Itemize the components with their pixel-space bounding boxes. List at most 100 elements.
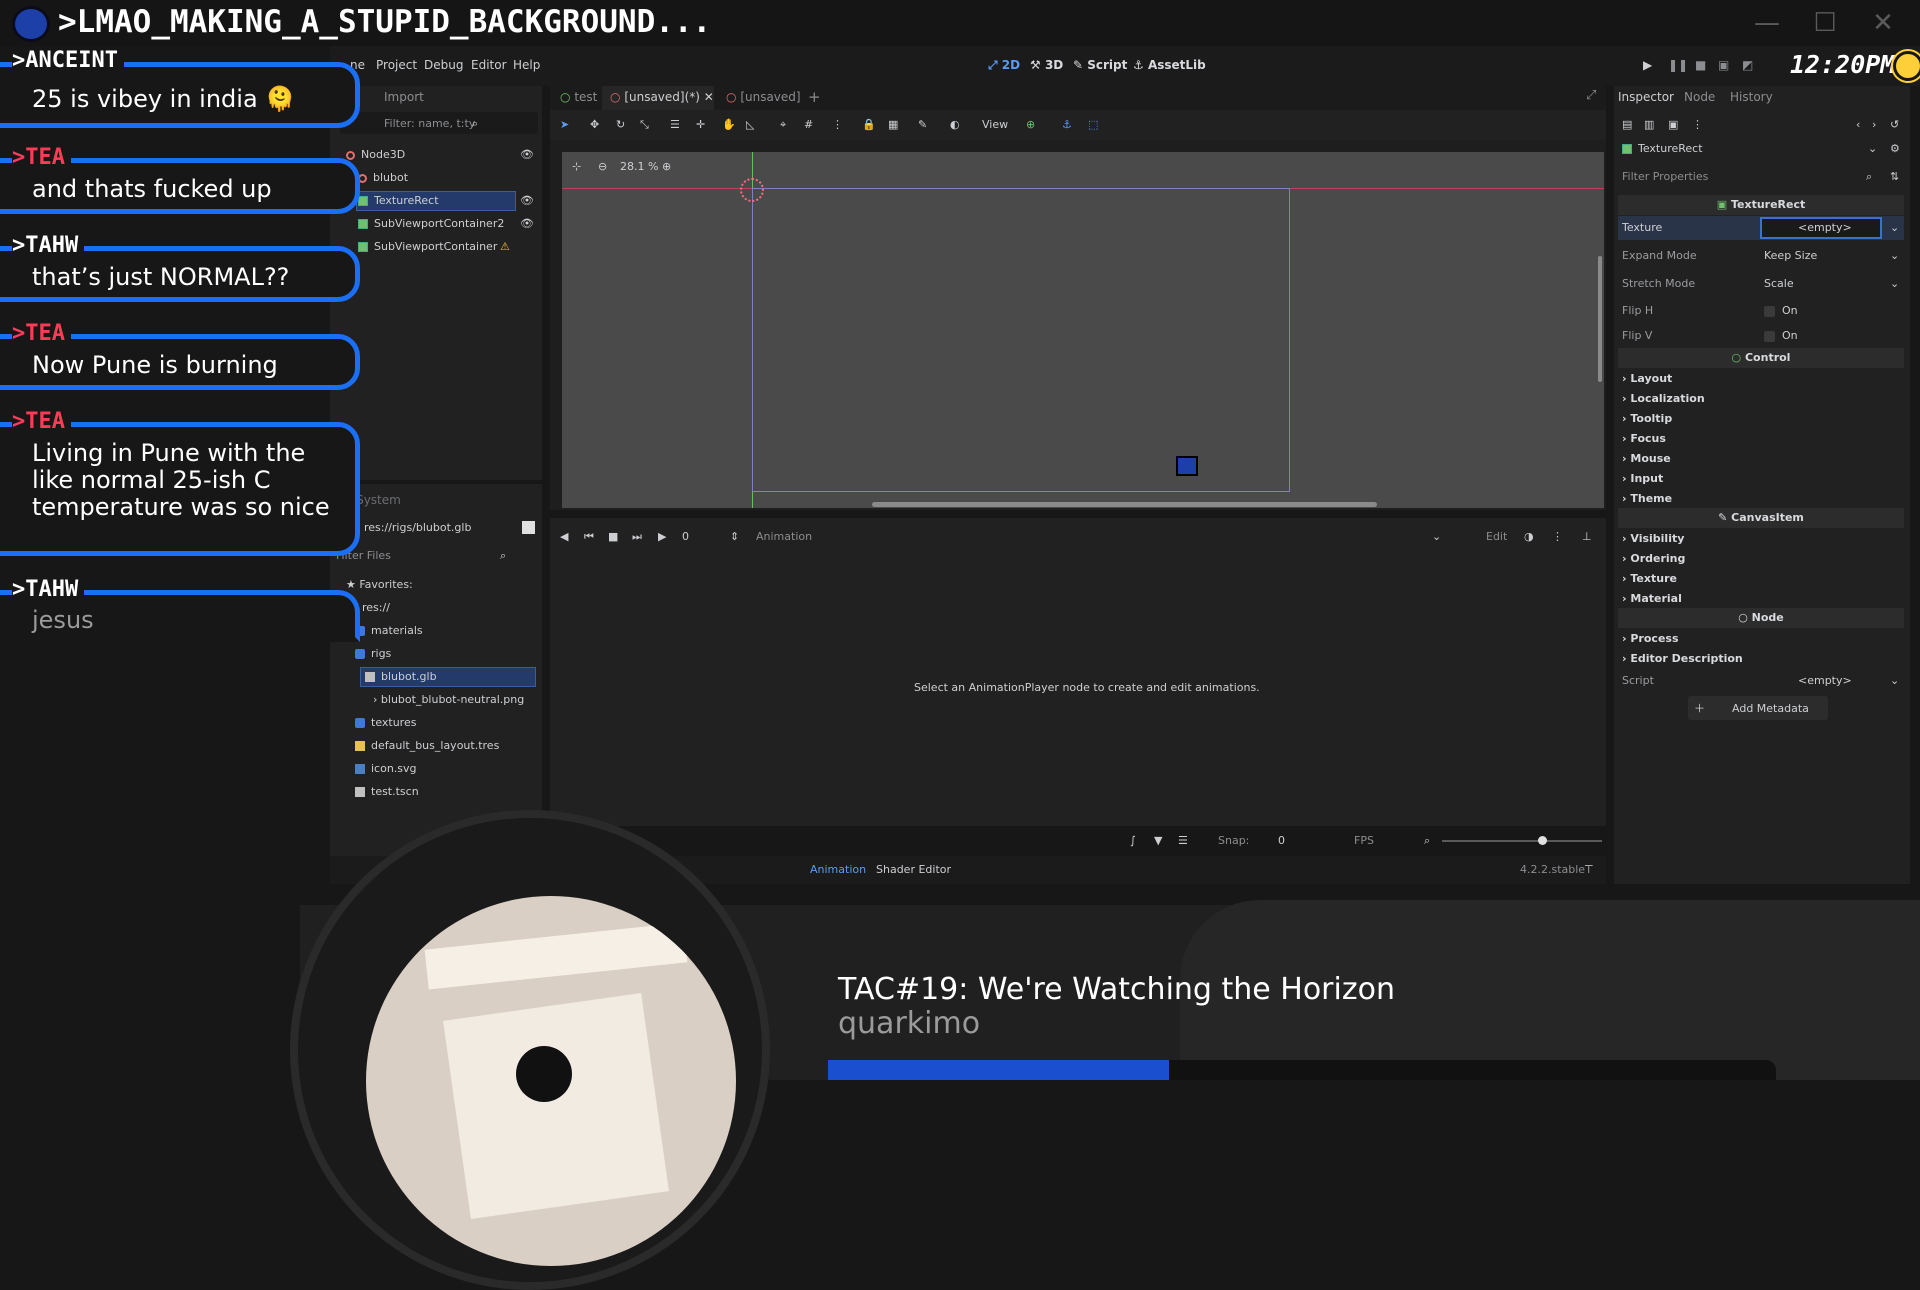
stop-animation-icon[interactable]: ■ <box>608 530 618 543</box>
grid-snap-icon[interactable]: # <box>804 118 813 131</box>
history-icon[interactable]: ↺ <box>1890 118 1899 131</box>
add-tab-icon[interactable]: + <box>808 88 821 106</box>
search-icon[interactable]: ⌕ <box>1866 170 1872 184</box>
tab-history[interactable]: History <box>1730 90 1773 104</box>
prop-script-value[interactable]: <empty> <box>1798 674 1852 687</box>
menu-debug[interactable]: Debug <box>424 58 463 72</box>
horizontal-scrollbar[interactable] <box>872 502 1377 507</box>
create-resource-icon[interactable]: ▤ <box>1622 118 1632 131</box>
list-select-icon[interactable]: ☰ <box>670 118 680 131</box>
timeline-zoom-slider[interactable] <box>1442 840 1602 842</box>
maximize-icon[interactable]: ☐ <box>1808 8 1842 38</box>
chevron-down-icon[interactable]: ⌄ <box>1868 142 1877 155</box>
frame-spinner-icon[interactable]: ⇕ <box>730 530 739 543</box>
workspace-assetlib-button[interactable]: ⚓ AssetLib <box>1133 58 1206 72</box>
chevron-down-icon[interactable]: ⌄ <box>1890 221 1899 234</box>
group-icon[interactable]: ▦ <box>888 118 898 131</box>
play-backwards-icon[interactable]: ◀ <box>560 530 568 543</box>
center-view-icon[interactable]: ⊹ <box>572 160 581 173</box>
tab-shader-editor[interactable]: Shader Editor <box>876 863 951 876</box>
more-options-icon[interactable]: ⋮ <box>1552 530 1563 543</box>
fs-item-blubot-png[interactable]: › blubot_blubot-neutral.png <box>373 693 524 706</box>
tab-animation[interactable]: Animation <box>810 863 866 876</box>
history-forward-icon[interactable]: › <box>1872 118 1876 131</box>
play-backwards-from-end-icon[interactable]: ⏮ <box>584 530 594 544</box>
bone-icon[interactable]: ✎ <box>918 118 927 131</box>
more-options-icon[interactable]: ⋮ <box>1692 118 1703 131</box>
play-from-start-icon[interactable]: ⏭ <box>632 530 642 544</box>
scale-tool-icon[interactable]: ⤡ <box>640 118 649 132</box>
distraction-free-icon[interactable]: ⤢ <box>1586 88 1596 103</box>
tree-node-node3d[interactable]: Node3D <box>346 148 405 161</box>
pin-icon[interactable]: ⊥ <box>1582 530 1592 543</box>
add-node-icon[interactable]: ⊕ <box>1026 118 1035 131</box>
vertical-scrollbar[interactable] <box>1598 256 1602 382</box>
tree-node-blubot[interactable]: blubot <box>358 171 408 184</box>
visibility-eye-icon[interactable]: 👁 <box>520 217 534 230</box>
workspace-3d-button[interactable]: ⚒ 3D <box>1030 58 1063 72</box>
menu-project[interactable]: Project <box>376 58 417 72</box>
menu-help[interactable]: Help <box>513 58 540 72</box>
fs-item-blubot-glb[interactable]: blubot.glb <box>365 670 437 683</box>
remote-debug-icon[interactable]: ▣ <box>1718 58 1729 72</box>
rotate-tool-icon[interactable]: ↻ <box>616 118 625 131</box>
tab-test[interactable]: ○ test <box>560 90 597 104</box>
inspected-object[interactable]: TextureRect <box>1622 142 1703 155</box>
fs-item-rigs[interactable]: rigs <box>355 647 391 660</box>
group-layout[interactable]: › Layout <box>1622 372 1672 385</box>
anchor-preset-icon[interactable]: ⬚ <box>1088 118 1098 131</box>
tab-import[interactable]: Import <box>384 90 424 104</box>
history-back-icon[interactable]: ‹ <box>1856 118 1860 131</box>
tree-node-subviewportcontainer2[interactable]: SubViewportContainer2 <box>358 217 504 230</box>
select-tool-icon[interactable]: ➤ <box>560 118 569 131</box>
search-icon[interactable]: ⌕ <box>472 117 478 131</box>
filter-icon[interactable]: ▼ <box>1154 834 1162 847</box>
animation-select[interactable]: Animation <box>756 530 812 543</box>
stop-icon[interactable]: ■ <box>1695 58 1706 72</box>
timeline-zoom-handle[interactable] <box>1538 836 1547 845</box>
node-pivot-gizmo[interactable] <box>740 178 764 202</box>
fs-item-materials[interactable]: materials <box>355 624 423 637</box>
prop-stretch-mode-select[interactable]: Scale <box>1764 277 1794 290</box>
fs-item-icon-svg[interactable]: icon.svg <box>355 762 417 775</box>
tab-inspector[interactable]: Inspector <box>1618 90 1674 104</box>
group-visibility[interactable]: › Visibility <box>1622 532 1684 545</box>
favorites-item[interactable]: ★ Favorites: <box>346 578 413 591</box>
workspace-script-button[interactable]: ✎ Script <box>1073 58 1127 72</box>
minimize-icon[interactable]: — <box>1750 8 1784 38</box>
zoom-level[interactable]: 28.1 % <box>620 160 658 173</box>
tree-node-texturerect[interactable]: TextureRect <box>358 194 439 207</box>
sort-icon[interactable]: ⇅ <box>1890 170 1899 183</box>
play-icon[interactable]: ▶ <box>1643 58 1652 72</box>
object-tools-icon[interactable]: ⚙ <box>1890 142 1900 155</box>
bezier-icon[interactable]: ∫ <box>1130 834 1136 847</box>
lock-icon[interactable]: 🔒 <box>862 118 876 131</box>
pause-icon[interactable]: ❚❚ <box>1668 58 1688 72</box>
group-material[interactable]: › Material <box>1622 592 1682 605</box>
filesystem-path[interactable]: res://rigs/blubot.glb <box>364 521 471 534</box>
close-icon[interactable]: ✕ <box>1866 8 1900 38</box>
workspace-2d-button[interactable]: ⤢ 2D <box>988 58 1020 73</box>
group-ordering[interactable]: › Ordering <box>1622 552 1685 565</box>
menu-editor[interactable]: Editor <box>471 58 507 72</box>
zoom-in-icon[interactable]: ⊕ <box>662 160 671 173</box>
move-tool-icon[interactable]: ✥ <box>590 118 599 131</box>
zoom-icon[interactable]: ⌕ <box>1424 834 1430 848</box>
animation-edit-button[interactable]: Edit <box>1486 530 1507 543</box>
expand-bottom-panel-icon[interactable]: ⊤ <box>1584 863 1594 876</box>
split-view-icon[interactable] <box>522 521 535 534</box>
chevron-down-icon[interactable]: ⌄ <box>1890 674 1899 687</box>
group-tooltip[interactable]: › Tooltip <box>1622 412 1672 425</box>
more-options-icon[interactable]: ⋮ <box>832 118 843 131</box>
open-resource-icon[interactable]: ▥ <box>1644 118 1654 131</box>
pan-tool-icon[interactable]: ✋ <box>722 118 736 131</box>
track-list-icon[interactable]: ☰ <box>1178 834 1188 847</box>
tree-node-subviewportcontainer[interactable]: SubViewportContainer <box>358 240 497 253</box>
search-icon[interactable]: ⌕ <box>500 549 506 563</box>
prop-expand-mode-select[interactable]: Keep Size <box>1764 249 1817 262</box>
tab-node[interactable]: Node <box>1684 90 1715 104</box>
group-editor-description[interactable]: › Editor Description <box>1622 652 1743 665</box>
group-process[interactable]: › Process <box>1622 632 1679 645</box>
view-menu[interactable]: View <box>982 118 1008 131</box>
anchor-icon[interactable]: ⚓ <box>1062 118 1072 131</box>
